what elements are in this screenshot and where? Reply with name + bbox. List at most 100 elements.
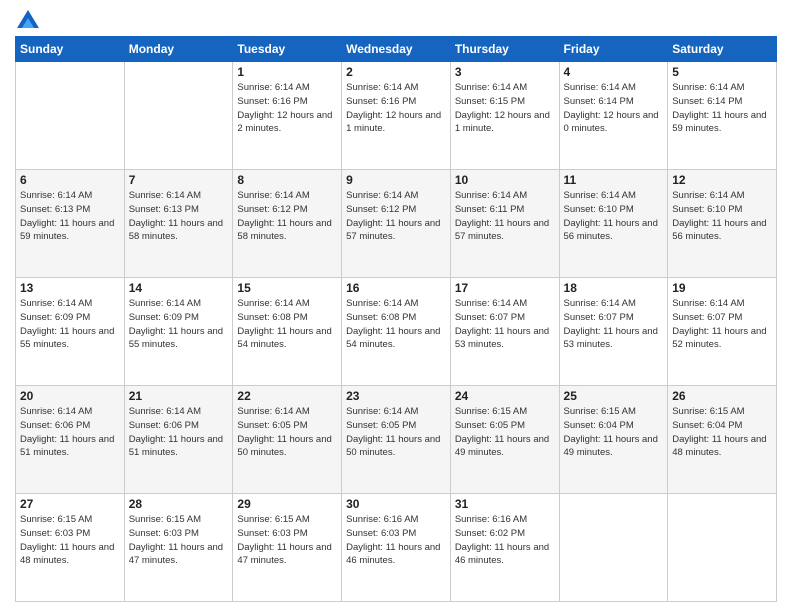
day-number: 6	[20, 173, 120, 187]
day-number: 10	[455, 173, 555, 187]
calendar-cell: 22Sunrise: 6:14 AMSunset: 6:05 PMDayligh…	[233, 386, 342, 494]
calendar-cell: 28Sunrise: 6:15 AMSunset: 6:03 PMDayligh…	[124, 494, 233, 602]
day-number: 5	[672, 65, 772, 79]
day-number: 17	[455, 281, 555, 295]
day-number: 9	[346, 173, 446, 187]
day-info: Sunrise: 6:14 AMSunset: 6:09 PMDaylight:…	[20, 297, 120, 352]
day-info: Sunrise: 6:14 AMSunset: 6:11 PMDaylight:…	[455, 189, 555, 244]
day-number: 12	[672, 173, 772, 187]
day-number: 29	[237, 497, 337, 511]
day-number: 31	[455, 497, 555, 511]
day-number: 25	[564, 389, 664, 403]
logo-icon	[17, 10, 39, 28]
day-info: Sunrise: 6:15 AMSunset: 6:03 PMDaylight:…	[20, 513, 120, 568]
calendar-header-sunday: Sunday	[16, 37, 125, 62]
calendar-cell: 2 Sunrise: 6:14 AMSunset: 6:16 PMDaylight…	[342, 62, 451, 170]
calendar-cell: 25 Sunrise: 6:15 AMSunset: 6:04 PMDayligh…	[559, 386, 668, 494]
calendar-cell: 14 Sunrise: 6:14 AMSunset: 6:09 PMDayligh…	[124, 278, 233, 386]
calendar-cell: 9 Sunrise: 6:14 AMSunset: 6:12 PMDaylight…	[342, 170, 451, 278]
calendar-header-row: SundayMondayTuesdayWednesdayThursdayFrid…	[16, 37, 777, 62]
calendar-cell: 10 Sunrise: 6:14 AMSunset: 6:11 PMDayligh…	[450, 170, 559, 278]
calendar-cell: 26 Sunrise: 6:15 AMSunset: 6:04 PMDayligh…	[668, 386, 777, 494]
day-number: 30	[346, 497, 446, 511]
calendar-cell: 1Sunrise: 6:14 AMSunset: 6:16 PMDaylight…	[233, 62, 342, 170]
day-number: 23	[346, 389, 446, 403]
calendar-header-saturday: Saturday	[668, 37, 777, 62]
day-info: Sunrise: 6:14 AMSunset: 6:08 PMDaylight:…	[237, 297, 337, 352]
day-info: Sunrise: 6:14 AMSunset: 6:10 PMDaylight:…	[672, 189, 772, 244]
day-number: 3	[455, 65, 555, 79]
day-info: Sunrise: 6:14 AMSunset: 6:14 PMDaylight:…	[672, 81, 772, 136]
calendar-header-friday: Friday	[559, 37, 668, 62]
calendar-cell: 16Sunrise: 6:14 AMSunset: 6:08 PMDayligh…	[342, 278, 451, 386]
day-info: Sunrise: 6:15 AMSunset: 6:04 PMDaylight:…	[672, 405, 772, 460]
day-info: Sunrise: 6:14 AMSunset: 6:06 PMDaylight:…	[20, 405, 120, 460]
header	[15, 10, 777, 28]
day-info: Sunrise: 6:14 AMSunset: 6:07 PMDaylight:…	[672, 297, 772, 352]
day-info: Sunrise: 6:14 AMSunset: 6:12 PMDaylight:…	[237, 189, 337, 244]
day-number: 2	[346, 65, 446, 79]
calendar-header-monday: Monday	[124, 37, 233, 62]
day-info: Sunrise: 6:14 AMSunset: 6:06 PMDaylight:…	[129, 405, 229, 460]
day-number: 4	[564, 65, 664, 79]
day-info: Sunrise: 6:14 AMSunset: 6:16 PMDaylight:…	[346, 81, 446, 136]
day-info: Sunrise: 6:15 AMSunset: 6:03 PMDaylight:…	[129, 513, 229, 568]
calendar-cell: 17 Sunrise: 6:14 AMSunset: 6:07 PMDayligh…	[450, 278, 559, 386]
calendar-cell: 8 Sunrise: 6:14 AMSunset: 6:12 PMDaylight…	[233, 170, 342, 278]
calendar-cell: 29 Sunrise: 6:15 AMSunset: 6:03 PMDayligh…	[233, 494, 342, 602]
day-info: Sunrise: 6:14 AMSunset: 6:13 PMDaylight:…	[129, 189, 229, 244]
calendar-cell: 13 Sunrise: 6:14 AMSunset: 6:09 PMDayligh…	[16, 278, 125, 386]
day-number: 26	[672, 389, 772, 403]
day-info: Sunrise: 6:15 AMSunset: 6:04 PMDaylight:…	[564, 405, 664, 460]
calendar-header-wednesday: Wednesday	[342, 37, 451, 62]
day-number: 13	[20, 281, 120, 295]
day-number: 19	[672, 281, 772, 295]
calendar-cell: 4Sunrise: 6:14 AMSunset: 6:14 PMDaylight…	[559, 62, 668, 170]
calendar-week-3: 13 Sunrise: 6:14 AMSunset: 6:09 PMDayligh…	[16, 278, 777, 386]
day-info: Sunrise: 6:14 AMSunset: 6:12 PMDaylight:…	[346, 189, 446, 244]
day-number: 8	[237, 173, 337, 187]
day-number: 24	[455, 389, 555, 403]
day-number: 22	[237, 389, 337, 403]
calendar-cell: 19 Sunrise: 6:14 AMSunset: 6:07 PMDayligh…	[668, 278, 777, 386]
day-info: Sunrise: 6:14 AMSunset: 6:16 PMDaylight:…	[237, 81, 337, 136]
calendar-cell: 23 Sunrise: 6:14 AMSunset: 6:05 PMDayligh…	[342, 386, 451, 494]
calendar-cell: 20 Sunrise: 6:14 AMSunset: 6:06 PMDayligh…	[16, 386, 125, 494]
calendar-week-4: 20 Sunrise: 6:14 AMSunset: 6:06 PMDayligh…	[16, 386, 777, 494]
calendar-cell	[668, 494, 777, 602]
calendar-cell: 31 Sunrise: 6:16 AMSunset: 6:02 PMDayligh…	[450, 494, 559, 602]
day-info: Sunrise: 6:14 AMSunset: 6:09 PMDaylight:…	[129, 297, 229, 352]
day-info: Sunrise: 6:14 AMSunset: 6:13 PMDaylight:…	[20, 189, 120, 244]
day-info: Sunrise: 6:15 AMSunset: 6:05 PMDaylight:…	[455, 405, 555, 460]
calendar-header-tuesday: Tuesday	[233, 37, 342, 62]
calendar-table: SundayMondayTuesdayWednesdayThursdayFrid…	[15, 36, 777, 602]
day-number: 7	[129, 173, 229, 187]
day-info: Sunrise: 6:14 AMSunset: 6:05 PMDaylight:…	[346, 405, 446, 460]
calendar-cell: 21Sunrise: 6:14 AMSunset: 6:06 PMDayligh…	[124, 386, 233, 494]
day-info: Sunrise: 6:15 AMSunset: 6:03 PMDaylight:…	[237, 513, 337, 568]
day-number: 14	[129, 281, 229, 295]
day-info: Sunrise: 6:14 AMSunset: 6:10 PMDaylight:…	[564, 189, 664, 244]
day-number: 20	[20, 389, 120, 403]
day-info: Sunrise: 6:14 AMSunset: 6:07 PMDaylight:…	[564, 297, 664, 352]
day-info: Sunrise: 6:16 AMSunset: 6:02 PMDaylight:…	[455, 513, 555, 568]
calendar-cell: 7 Sunrise: 6:14 AMSunset: 6:13 PMDaylight…	[124, 170, 233, 278]
calendar-cell: 15Sunrise: 6:14 AMSunset: 6:08 PMDayligh…	[233, 278, 342, 386]
day-number: 27	[20, 497, 120, 511]
calendar-cell: 3Sunrise: 6:14 AMSunset: 6:15 PMDaylight…	[450, 62, 559, 170]
page: SundayMondayTuesdayWednesdayThursdayFrid…	[0, 0, 792, 612]
day-info: Sunrise: 6:16 AMSunset: 6:03 PMDaylight:…	[346, 513, 446, 568]
calendar-cell: 11 Sunrise: 6:14 AMSunset: 6:10 PMDayligh…	[559, 170, 668, 278]
calendar-cell	[559, 494, 668, 602]
logo	[15, 10, 39, 28]
calendar-cell: 18Sunrise: 6:14 AMSunset: 6:07 PMDayligh…	[559, 278, 668, 386]
calendar-cell	[124, 62, 233, 170]
calendar-week-1: 1Sunrise: 6:14 AMSunset: 6:16 PMDaylight…	[16, 62, 777, 170]
calendar-cell: 5 Sunrise: 6:14 AMSunset: 6:14 PMDaylight…	[668, 62, 777, 170]
calendar-cell: 6 Sunrise: 6:14 AMSunset: 6:13 PMDaylight…	[16, 170, 125, 278]
calendar-cell: 12 Sunrise: 6:14 AMSunset: 6:10 PMDayligh…	[668, 170, 777, 278]
day-info: Sunrise: 6:14 AMSunset: 6:07 PMDaylight:…	[455, 297, 555, 352]
day-number: 11	[564, 173, 664, 187]
calendar-cell: 27 Sunrise: 6:15 AMSunset: 6:03 PMDayligh…	[16, 494, 125, 602]
calendar-week-5: 27 Sunrise: 6:15 AMSunset: 6:03 PMDayligh…	[16, 494, 777, 602]
